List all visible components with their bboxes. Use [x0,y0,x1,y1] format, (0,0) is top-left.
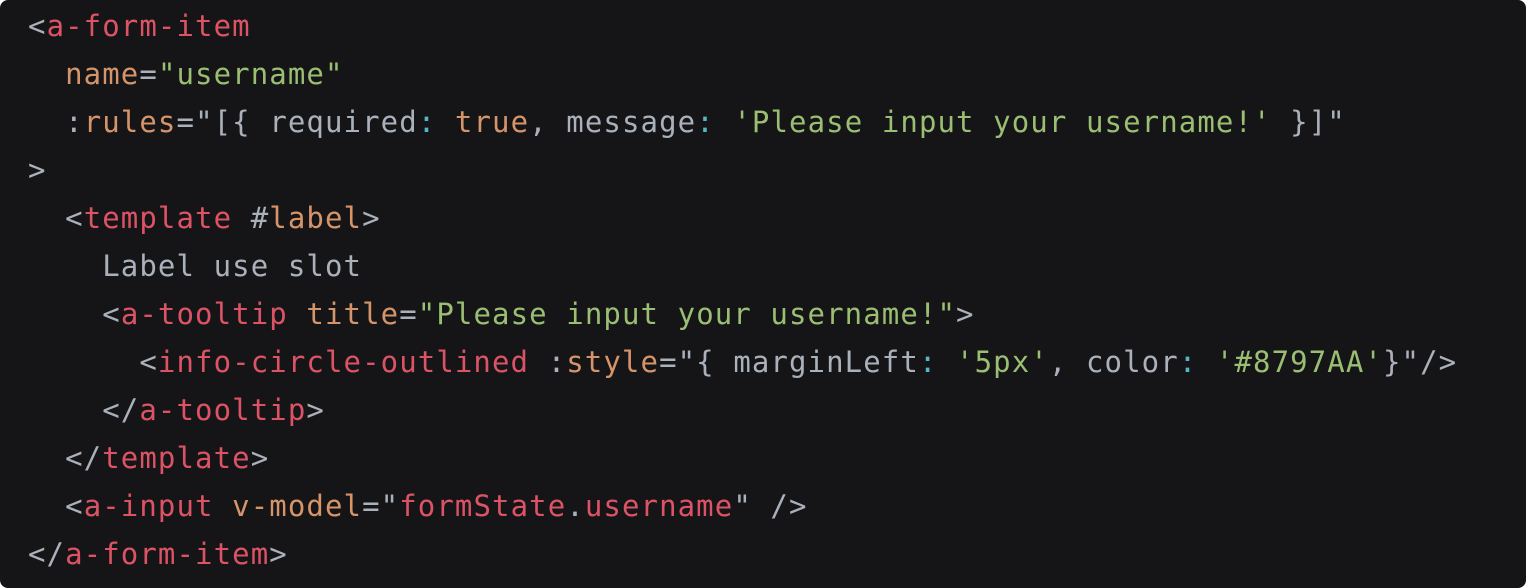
code-line: Label use slot [28,242,1457,290]
code-line: name="username" [28,50,1457,98]
code-token-attr: label [269,201,363,235]
code-line: > [28,146,1457,194]
code-token-attr: rules [83,105,177,139]
code-token-punct: < [28,9,47,43]
code-token-keyword: : [918,345,957,379]
code-line: </a-form-item> [28,530,1457,578]
code-token-keyword: : [417,105,455,139]
code-token-string: 'Please input your username!' [733,105,1272,139]
code-line: <info-circle-outlined :style="{ marginLe… [28,338,1457,386]
code-line: <a-form-item [28,2,1457,50]
code-token-punct: " /> [733,489,808,523]
code-token-punct: </ [65,441,103,475]
code-token-punct: }]" [1271,105,1346,139]
code-token-plain: required [269,105,418,139]
code-token-punct: # [250,201,270,235]
code-token-punct: < [65,201,84,235]
code-line: </template> [28,434,1457,482]
code-token-plain: marginLeft [733,345,919,379]
code-token-punct: : [547,345,567,379]
code-token-punct: </ [28,537,66,571]
code-token-punct: = [139,57,158,91]
code-token-punct: "{ [677,345,734,379]
code-token-punct: = [176,105,196,139]
code-token-punct: > [362,201,381,235]
code-token-punct: > [956,297,975,331]
code-token-punct: }"/> [1382,345,1458,379]
code-token-punct: > [306,393,325,427]
code-token-tag: template [102,441,251,475]
code-token-punct: : [65,105,84,139]
code-token-punct: , [529,105,567,139]
code-token-tag: a-form-item [65,537,270,571]
code-lines: <a-form-item name="username" :rules="[{ … [28,2,1457,578]
code-token-tag: info-circle-outlined [157,345,530,379]
code-token-string: '5px' [956,345,1049,379]
code-token-punct: </ [102,393,140,427]
code-token-tag: a-tooltip [120,297,288,331]
code-token-punct: "[{ [195,105,270,139]
code-token-punct: < [139,345,158,379]
code-token-punct: " [380,489,400,523]
code-token-string: "Please input your username!" [417,297,957,331]
code-token-attr: style [566,345,660,379]
code-token-plain: color [1085,345,1179,379]
code-line: <a-input v-model="formState.username" /> [28,482,1457,530]
code-token-tag: a-input [83,489,214,523]
code-token-plain: Label use slot [28,249,363,283]
code-token-punct: < [65,489,84,523]
code-line: <template #label> [28,194,1457,242]
code-line: </a-tooltip> [28,386,1457,434]
code-token-punct: = [399,297,418,331]
code-token-keyword: : [696,105,734,139]
code-line: :rules="[{ required: true, message: 'Ple… [28,98,1457,146]
code-token-punct: > [269,537,288,571]
code-token-attr: v-model [232,489,363,523]
code-token-literal: true [454,105,530,139]
code-line: <a-tooltip title="Please input your user… [28,290,1457,338]
code-token-punct: . [566,489,585,523]
code-token-string: '#8797AA' [1215,345,1383,379]
code-token-plain: message [566,105,697,139]
code-token-tag: username [584,489,734,523]
code-token-punct: < [102,297,121,331]
code-token-attr: name [65,57,140,91]
code-token-punct: = [362,489,381,523]
code-token-string: "username" [157,57,344,91]
code-token-tag: a-tooltip [139,393,307,427]
code-token-keyword: : [1178,345,1216,379]
code-token-punct: > [250,441,270,475]
code-token-punct: , [1048,345,1086,379]
code-token-attr: title [306,297,400,331]
code-token-tag: formState [399,489,567,523]
code-token-tag: a-form-item [46,9,251,43]
code-token-punct: > [28,153,47,187]
code-block: <a-form-item name="username" :rules="[{ … [0,0,1526,588]
code-token-punct: = [659,345,678,379]
code-token-tag: template [83,201,233,235]
